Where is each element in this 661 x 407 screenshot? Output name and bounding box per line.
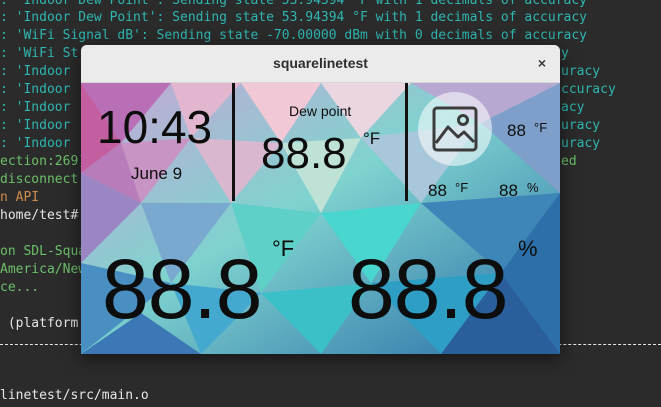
terminal-line-fragment: uracy — [561, 64, 601, 79]
window-title: squarelinetest — [273, 55, 368, 71]
terminal-line: America/New — [0, 262, 87, 277]
terminal-line-fragment: uracy — [561, 136, 601, 151]
temperature-unit: °F — [272, 236, 295, 261]
terminal-line-fragment: ed — [561, 154, 577, 169]
terminal-line-fragment: acy — [561, 100, 585, 115]
terminal-line: : 'Indoor — [0, 136, 71, 151]
terminal-line: : 'Indoor — [0, 64, 71, 79]
terminal-line: : 'Indoor — [0, 118, 71, 133]
close-button[interactable]: × — [532, 53, 552, 73]
humidity-unit: % — [518, 236, 538, 261]
terminal-line-fragment: y — [561, 46, 569, 61]
reading-top-right-value: 88 — [507, 121, 526, 140]
terminal-line: ce... — [0, 280, 40, 295]
temperature-value: 88.8 — [102, 242, 262, 336]
terminal-line: (platform — [0, 316, 79, 331]
terminal-line-fragment: ccuracy — [561, 82, 616, 97]
dashboard-screen: 10:43 June 9 Dew point 88.8 °F 88 °F 88 … — [81, 83, 560, 354]
reading-top-right-unit: °F — [534, 120, 548, 135]
reading-bottom-left-value: 88 — [428, 181, 447, 200]
image-icon — [432, 106, 478, 152]
terminal-line: disconnect — [0, 172, 79, 187]
clock-date: June 9 — [131, 164, 183, 183]
terminal-line: home/test# — [0, 208, 79, 223]
reading-bottom-left-unit: °F — [455, 180, 469, 195]
terminal-line: : 'Indoor — [0, 100, 71, 115]
app-window[interactable]: squarelinetest × 10:43 June 9 Dew point … — [81, 45, 560, 354]
reading-bottom-right-unit: % — [527, 180, 539, 195]
humidity-value: 88.8 — [348, 242, 508, 336]
terminal-line: on SDL-Squa — [0, 244, 87, 259]
terminal-line: linetest/src/main.o — [0, 388, 149, 403]
clock-time: 10:43 — [97, 101, 213, 153]
terminal-line: : 'Indoor — [0, 82, 71, 97]
dew-point-value: 88.8 — [261, 129, 347, 178]
divider-right — [405, 83, 408, 201]
dew-point-unit: °F — [363, 129, 381, 148]
terminal-line: : 'WiFi Signal dB': Sending state -70.00… — [0, 28, 587, 43]
terminal-line-fragment: uracy — [561, 118, 601, 133]
terminal-line: ection:269] — [0, 154, 87, 169]
terminal-line: : 'WiFi St — [0, 46, 79, 61]
reading-bottom-right-value: 88 — [499, 181, 518, 200]
image-placeholder — [418, 92, 492, 166]
divider-left — [232, 83, 235, 201]
terminal-line: : 'Indoor Dew Point': Sending state 53.9… — [0, 10, 587, 25]
window-titlebar[interactable]: squarelinetest × — [81, 45, 560, 83]
terminal-line: n API — [0, 190, 40, 205]
dew-point-label: Dew point — [289, 103, 352, 119]
